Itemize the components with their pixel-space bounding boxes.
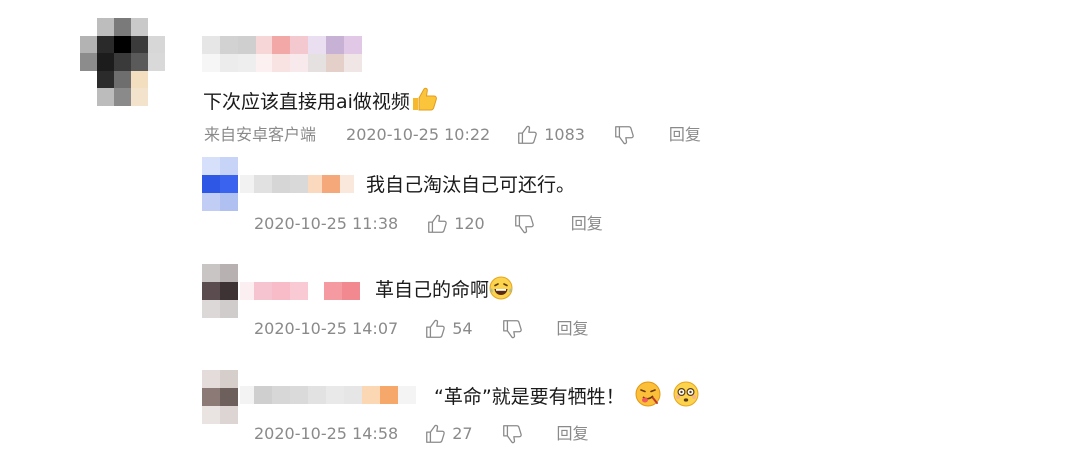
reply-button[interactable]: 回复 (571, 214, 603, 234)
reply-button[interactable]: 回复 (557, 319, 589, 339)
timestamp: 2020-10-25 11:38 (254, 214, 399, 233)
laughing-tears-icon (489, 276, 513, 306)
comment-text-content: 下次应该直接用ai做视频 (203, 91, 410, 113)
thumbs-down-outline-icon (502, 425, 522, 444)
thumbs-up-outline-icon (518, 125, 538, 144)
like-button[interactable]: 54 (424, 318, 473, 340)
dislike-button[interactable] (501, 318, 523, 340)
like-button[interactable]: 1083 (516, 124, 585, 146)
username-blurred[interactable] (240, 386, 416, 404)
avatar[interactable] (202, 264, 238, 318)
comment-text: 革自己的命啊 (375, 276, 513, 306)
thumbs-down-outline-icon (514, 215, 534, 234)
like-count: 120 (454, 214, 485, 233)
thumbs-down-outline-icon (615, 126, 634, 145)
username-blurred[interactable] (202, 36, 362, 54)
face-tongue-icon (635, 381, 661, 413)
timestamp: 2020-10-25 10:22 (346, 125, 491, 144)
comment-meta: 2020-10-25 14:07 54 回复 (254, 318, 589, 340)
dizzy-face-icon (673, 381, 699, 413)
dislike-button[interactable] (613, 124, 635, 146)
comment-meta: 2020-10-25 14:58 27 回复 (254, 423, 589, 445)
comment-text: “革命”就是要有牺牲！ (434, 381, 699, 413)
username-blurred[interactable] (240, 175, 354, 193)
comment-meta: 来自安卓客户端 2020-10-25 10:22 1083 回复 (204, 124, 701, 146)
username-blurred[interactable] (240, 282, 360, 300)
client-source: 来自安卓客户端 (204, 125, 317, 144)
thumbs-up-icon (410, 86, 438, 118)
timestamp: 2020-10-25 14:58 (254, 424, 399, 443)
like-count: 54 (452, 319, 473, 338)
dislike-button[interactable] (513, 213, 535, 235)
thumbs-up-outline-icon (426, 424, 445, 443)
dislike-button[interactable] (501, 423, 523, 445)
thumbs-up-outline-icon (426, 319, 445, 338)
like-count: 27 (452, 424, 473, 443)
comment-text: 下次应该直接用ai做视频 (203, 86, 438, 118)
thumbs-down-outline-icon (502, 320, 522, 339)
like-button[interactable]: 27 (424, 423, 473, 445)
thumbs-up-outline-icon (428, 214, 447, 233)
like-button[interactable]: 120 (426, 213, 485, 235)
avatar[interactable] (80, 18, 165, 106)
comment-text: 我自己淘汰自己可还行。 (366, 174, 576, 196)
like-count: 1083 (544, 125, 585, 144)
comment-meta: 2020-10-25 11:38 120 回复 (254, 213, 603, 235)
comment-text-content: “革命”就是要有牺牲！ (434, 386, 625, 408)
reply-button[interactable]: 回复 (669, 125, 701, 145)
avatar[interactable] (202, 157, 238, 211)
comment-text-content: 革自己的命啊 (375, 279, 490, 301)
username-blurred-row2 (202, 54, 362, 72)
reply-button[interactable]: 回复 (557, 424, 589, 444)
avatar[interactable] (202, 370, 238, 424)
timestamp: 2020-10-25 14:07 (254, 319, 399, 338)
